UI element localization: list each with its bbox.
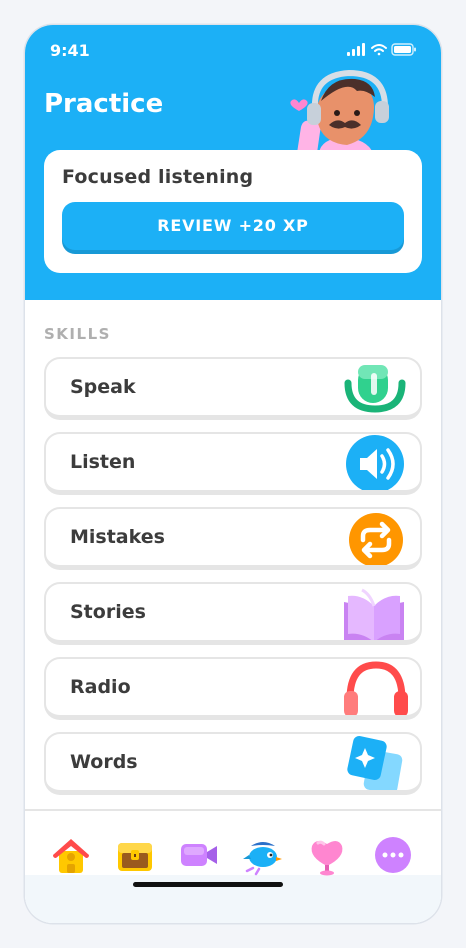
speaker-icon (346, 435, 404, 490)
flashcard-icon (347, 736, 403, 790)
headphones-icon (344, 661, 408, 715)
nav-item-heart[interactable] (305, 833, 349, 877)
video-camera-icon (181, 844, 217, 866)
skill-item-radio[interactable]: Radio (44, 657, 422, 720)
skills-section-label: SKILLS (44, 325, 111, 343)
bird-icon (243, 842, 282, 876)
nav-item-bird[interactable] (241, 833, 285, 877)
focus-card-title: Focused listening (62, 166, 254, 188)
skill-label: Mistakes (70, 526, 165, 548)
page-title: Practice (44, 89, 164, 119)
battery-icon (391, 43, 416, 56)
skill-item-mistakes[interactable]: Mistakes (44, 507, 422, 570)
bottom-nav (25, 811, 441, 923)
skill-item-words[interactable]: Words (44, 732, 422, 795)
heart-icon (311, 840, 343, 876)
review-button[interactable]: REVIEW +20 XP (62, 202, 404, 250)
skill-label: Words (70, 751, 138, 773)
nav-item-video[interactable] (177, 833, 221, 877)
signal-icon (347, 43, 365, 56)
skill-item-stories[interactable]: Stories (44, 582, 422, 645)
skill-item-listen[interactable]: Listen (44, 432, 422, 495)
repeat-icon (349, 513, 403, 565)
status-icons (347, 43, 416, 56)
book-icon (344, 588, 404, 640)
status-time: 9:41 (50, 41, 90, 60)
character-with-headset-icon (290, 69, 389, 153)
more-icon (375, 837, 411, 873)
skill-label: Listen (70, 451, 136, 473)
treasure-chest-icon (118, 843, 152, 871)
skill-label: Radio (70, 676, 131, 698)
skill-label: Stories (70, 601, 146, 623)
nav-item-more[interactable] (371, 833, 415, 877)
status-bar: 9:41 (25, 25, 441, 73)
focused-listening-card: Focused listening REVIEW +20 XP (44, 150, 422, 273)
nav-item-home[interactable] (49, 833, 93, 877)
microphone-icon (344, 365, 406, 413)
wifi-icon (371, 44, 387, 56)
skill-label: Speak (70, 376, 136, 398)
home-icon (53, 839, 89, 873)
practice-header: 9:41 Practice Focused listening REVIEW +… (25, 25, 441, 300)
skill-item-speak[interactable]: Speak (44, 357, 422, 420)
nav-item-chest[interactable] (113, 833, 157, 877)
home-indicator (133, 882, 283, 887)
phone-screen: 9:41 Practice Focused listening REVIEW +… (25, 25, 441, 923)
